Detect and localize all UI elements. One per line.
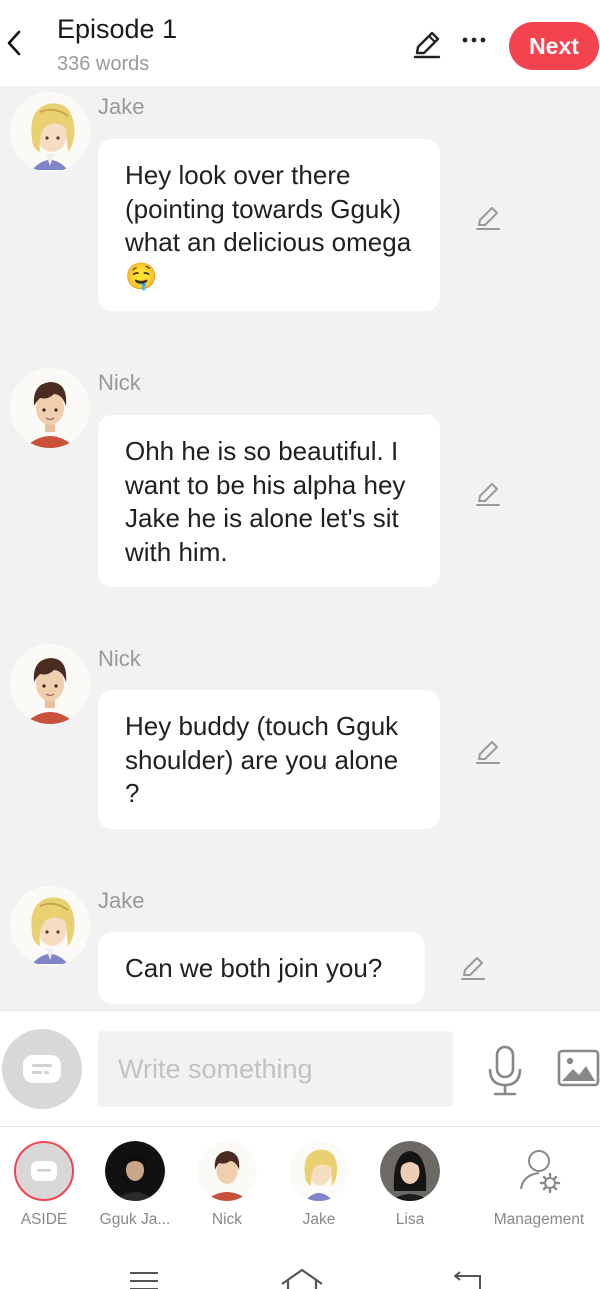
character-label: Jake: [302, 1211, 336, 1228]
avatar-nick: [197, 1141, 257, 1201]
message-input[interactable]: [98, 1031, 453, 1107]
attach-image-button[interactable]: [557, 1049, 600, 1087]
edit-message-button[interactable]: [474, 204, 502, 232]
avatar-nick[interactable]: [10, 644, 90, 724]
user-settings-icon: [520, 1150, 561, 1194]
pencil-icon: [476, 483, 500, 506]
edit-message-button[interactable]: [474, 738, 502, 766]
character-nick[interactable]: Nick: [181, 1141, 273, 1229]
home-icon: [281, 1268, 323, 1289]
pencil-icon: [476, 207, 500, 230]
image-icon: [557, 1049, 600, 1087]
back-nav-button[interactable]: [452, 1270, 484, 1289]
chevron-left-icon: [7, 30, 21, 56]
top-bar: Episode 1 336 words Next: [0, 0, 600, 86]
aside-bubble-icon: [23, 1055, 61, 1083]
voice-input-button[interactable]: [487, 1045, 523, 1097]
composer-bar: [0, 1010, 600, 1126]
management-avatar: [509, 1141, 569, 1201]
character-label: Gguk Ja...: [99, 1211, 171, 1228]
more-dots-icon: [462, 37, 486, 43]
character-gguk[interactable]: Gguk Ja...: [89, 1141, 181, 1229]
avatar-nick[interactable]: [10, 368, 90, 448]
word-count: 336 words: [57, 53, 150, 75]
character-aside[interactable]: ASIDE: [0, 1141, 90, 1229]
speaker-name: Nick: [98, 646, 141, 671]
avatar-jake[interactable]: [10, 886, 90, 966]
nick-portrait-icon: [10, 644, 90, 724]
pencil-icon: [413, 31, 441, 59]
pencil-icon: [476, 741, 500, 764]
speaker-name: Jake: [98, 94, 145, 119]
nick-portrait-icon: [197, 1141, 257, 1201]
character-label: Management: [493, 1211, 585, 1228]
aside-bubble-icon: [31, 1161, 57, 1181]
gguk-portrait-icon: [105, 1141, 165, 1201]
character-label: ASIDE: [20, 1211, 68, 1228]
character-selector: ASIDE Gguk Ja... Nick Jake Lisa Manageme…: [0, 1126, 600, 1246]
menu-lines-icon: [130, 1272, 158, 1289]
character-label: Lisa: [395, 1211, 425, 1228]
nick-portrait-icon: [10, 368, 90, 448]
system-navigation-bar: [0, 1246, 600, 1289]
character-jake[interactable]: Jake: [273, 1141, 365, 1229]
avatar-gguk: [105, 1141, 165, 1201]
return-arrow-icon: [454, 1271, 481, 1289]
avatar-jake[interactable]: [10, 92, 90, 172]
speaker-name: Nick: [98, 370, 141, 395]
menu-button[interactable]: [129, 1270, 159, 1289]
edit-message-button[interactable]: [474, 480, 502, 508]
message-bubble[interactable]: Hey look over there (pointing towards Gg…: [98, 139, 440, 311]
back-button[interactable]: [2, 22, 26, 64]
edit-episode-button[interactable]: [411, 28, 443, 60]
message-bubble[interactable]: Can we both join you?: [98, 932, 425, 1004]
pencil-icon: [461, 957, 485, 980]
jake-portrait-icon: [10, 92, 90, 172]
next-button[interactable]: Next: [509, 22, 599, 70]
aside-avatar: [14, 1141, 74, 1201]
jake-portrait-icon: [289, 1141, 349, 1201]
home-button[interactable]: [280, 1266, 324, 1289]
speaker-name: Jake: [98, 888, 145, 913]
character-management[interactable]: Management: [488, 1141, 590, 1229]
avatar-lisa: [380, 1141, 440, 1201]
message-bubble[interactable]: Ohh he is so beautiful. I want to be his…: [98, 415, 440, 587]
page-title: Episode 1: [57, 14, 178, 44]
aside-toggle-button[interactable]: [2, 1029, 82, 1109]
jake-portrait-icon: [10, 886, 90, 966]
message-feed[interactable]: Jake Hey look over there (pointing towar…: [0, 86, 600, 1010]
character-lisa[interactable]: Lisa: [364, 1141, 456, 1229]
message-bubble[interactable]: Hey buddy (touch Gguk shoulder) are you …: [98, 690, 440, 829]
lisa-portrait-icon: [380, 1141, 440, 1201]
more-options-button[interactable]: [461, 30, 487, 50]
character-label: Nick: [211, 1211, 243, 1228]
avatar-jake: [289, 1141, 349, 1201]
microphone-icon: [488, 1045, 522, 1096]
edit-message-button[interactable]: [459, 954, 487, 982]
